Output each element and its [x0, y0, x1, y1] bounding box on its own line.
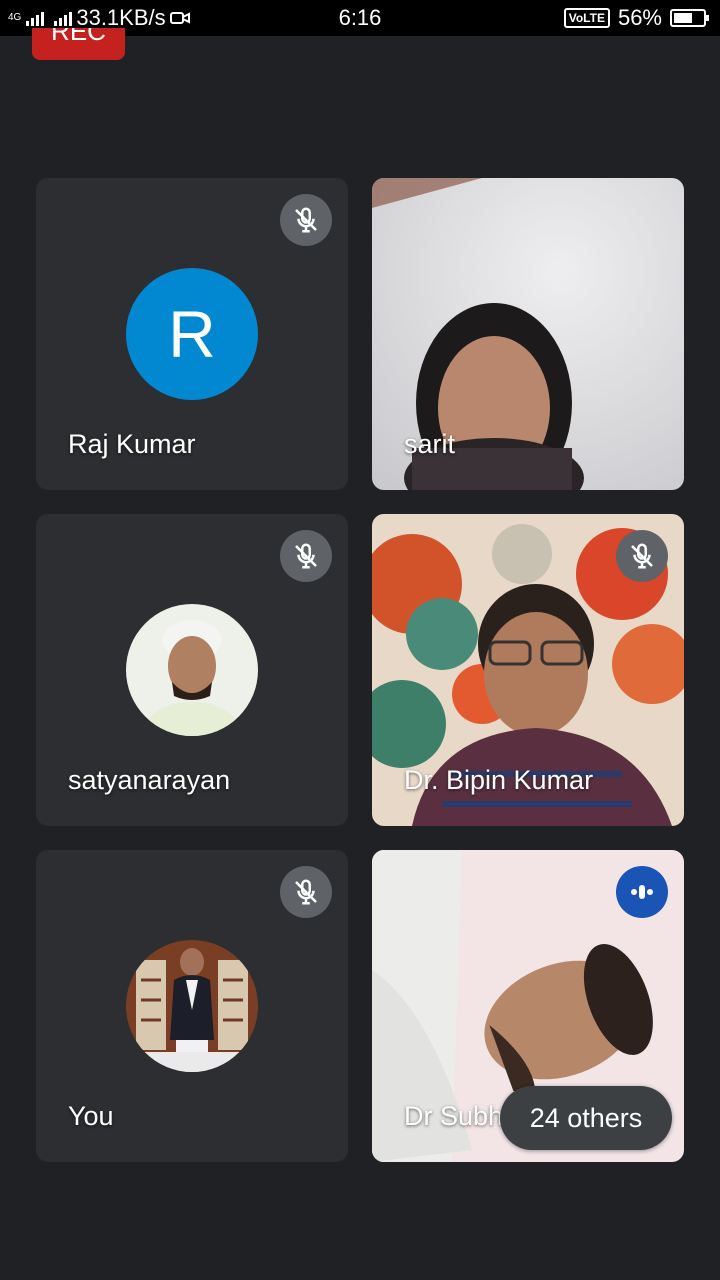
battery-percent: 56% — [617, 5, 662, 30]
participant-tile-sarit[interactable]: sarit — [372, 178, 684, 490]
participant-tile-dr-subh[interactable]: Dr Subh 24 others — [372, 850, 684, 1162]
participant-name: satyanarayan — [68, 765, 231, 795]
mic-off-icon — [280, 866, 332, 918]
avatar: R — [126, 268, 258, 400]
recording-badge: REC — [32, 28, 125, 60]
others-chip[interactable]: 24 others — [500, 1086, 672, 1150]
mic-off-icon — [616, 530, 668, 582]
participant-name: Dr. Bipin Kumar — [404, 765, 594, 795]
speaking-icon — [616, 866, 668, 918]
participant-name: Dr Subh — [404, 1101, 504, 1131]
participant-tile-raj-kumar[interactable]: R Raj Kumar — [36, 178, 348, 490]
participant-tile-dr-bipin-kumar[interactable]: Dr. Bipin Kumar — [372, 514, 684, 826]
participant-tile-you[interactable]: You — [36, 850, 348, 1162]
battery-icon — [670, 9, 709, 27]
mic-off-icon — [280, 194, 332, 246]
mic-off-icon — [280, 530, 332, 582]
participant-name: Raj Kumar — [68, 429, 196, 459]
participant-name: You — [68, 1101, 114, 1131]
avatar — [126, 604, 258, 736]
status-right: VoLTE 56% — [563, 4, 709, 32]
volte-badge: VoLTE — [563, 8, 610, 28]
participant-name: sarit — [404, 429, 456, 459]
participant-tile-satyanarayan[interactable]: satyanarayan — [36, 514, 348, 826]
avatar — [126, 940, 258, 1072]
